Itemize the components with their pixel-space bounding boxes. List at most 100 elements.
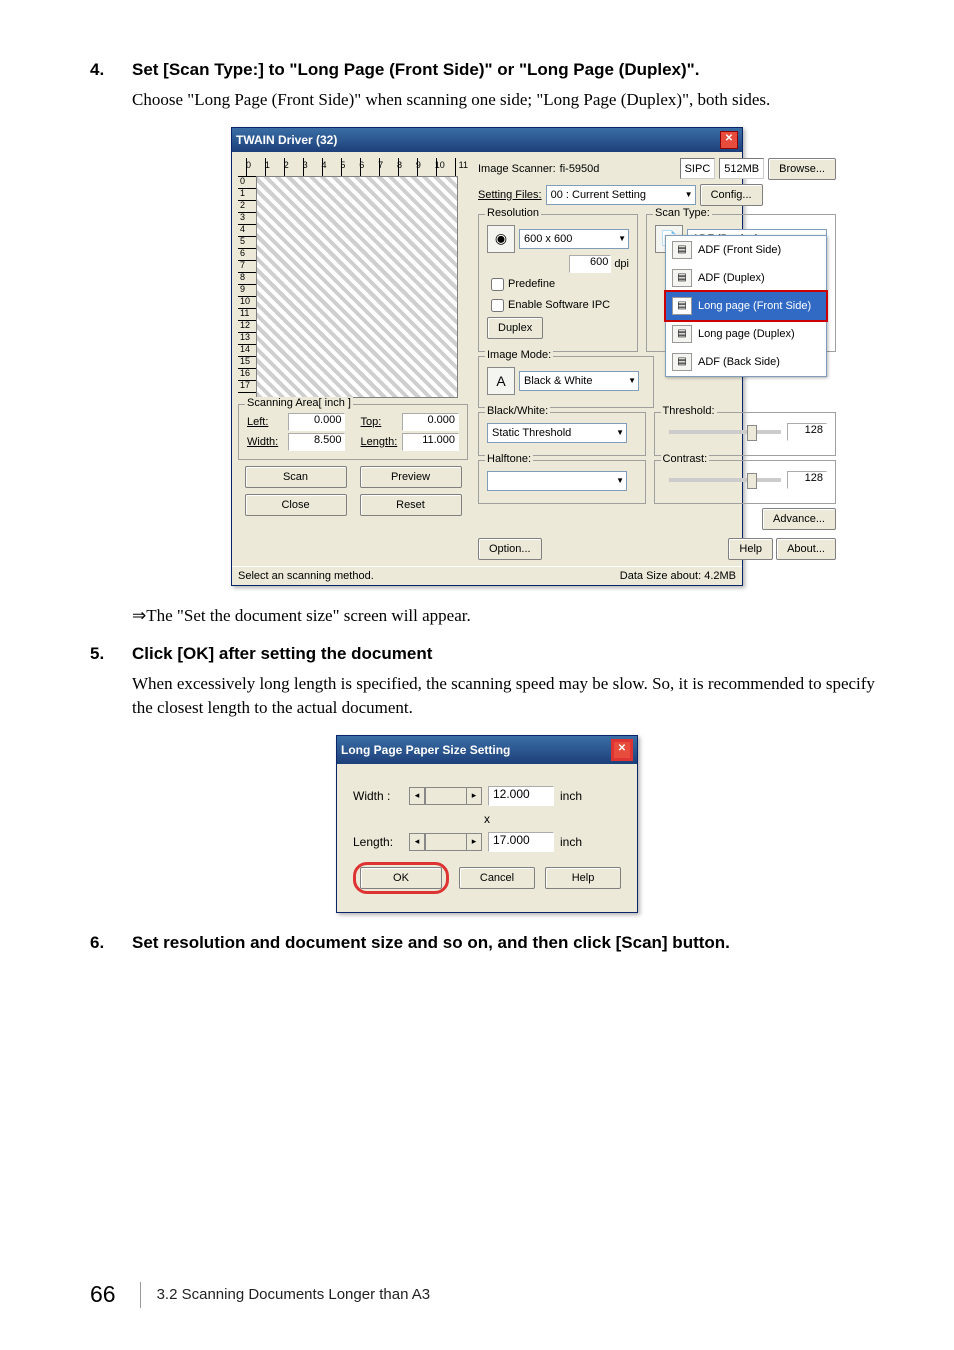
width-scrollbar[interactable]: ◂▸	[409, 787, 482, 805]
preview-pane	[256, 176, 458, 398]
option-button[interactable]: Option...	[478, 538, 542, 560]
scanning-area-group: Scanning Area[ inch ] Left: 0.000 Top: 0…	[238, 404, 468, 460]
contrast-slider[interactable]	[669, 478, 781, 482]
dpi-input[interactable]: 600	[569, 255, 611, 273]
page-icon: ▤	[672, 325, 692, 343]
twain-title: TWAIN Driver (32)	[236, 133, 337, 147]
ruler-x: 01234567891011	[246, 158, 468, 176]
page-icon: ▤	[672, 297, 692, 315]
section-reference: 3.2 Scanning Documents Longer than A3	[157, 1286, 431, 1303]
dropdown-item: ▤Long page (Duplex)	[666, 320, 826, 348]
about-button[interactable]: About...	[776, 538, 836, 560]
unit-label: inch	[560, 789, 582, 803]
image-mode-group: Image Mode: ABlack & White	[478, 356, 654, 408]
step5-title: Click [OK] after setting the document	[132, 644, 432, 664]
sipc-tag: SIPC	[680, 158, 716, 179]
step5-body: When excessively long length is specifie…	[132, 672, 884, 721]
scan-type-dropdown[interactable]: ▤ADF (Front Side) ▤ADF (Duplex) ▤Long pa…	[665, 235, 827, 377]
page-number: 66	[90, 1281, 116, 1308]
width-label: Width:	[247, 436, 288, 448]
halftone-select	[487, 471, 627, 491]
footer-divider	[140, 1282, 141, 1308]
length-input[interactable]: 11.000	[402, 433, 459, 451]
threshold-slider[interactable]	[669, 430, 781, 434]
twain-titlebar: TWAIN Driver (32) ✕	[232, 128, 742, 152]
scanning-area-legend: Scanning Area[ inch ]	[245, 397, 353, 409]
setting-files-label: Setting Files:	[478, 189, 542, 201]
bw-group: Black/White: Static Threshold	[478, 412, 646, 456]
predefine-checkbox[interactable]	[491, 278, 504, 291]
dpi-unit: dpi	[614, 258, 629, 270]
close-icon[interactable]: ✕	[611, 739, 633, 761]
duplex-button[interactable]: Duplex	[487, 317, 543, 339]
lp-length-label: Length:	[353, 835, 409, 849]
long-page-dialog: Long Page Paper Size Setting ✕ Width : ◂…	[336, 735, 638, 913]
dropdown-item: ▤ADF (Back Side)	[666, 348, 826, 376]
data-size-label: Data Size about:	[620, 570, 701, 582]
right-column: Image Scanner: fi-5950d SIPC 512MB Brows…	[468, 158, 836, 560]
contrast-value[interactable]: 128	[787, 471, 827, 489]
scanner-value: fi-5950d	[560, 163, 600, 175]
close-icon[interactable]: ✕	[720, 131, 738, 149]
step4-num: 4.	[90, 60, 132, 80]
top-label: Top:	[361, 416, 402, 428]
ok-highlight: OK	[353, 862, 449, 894]
enable-ipc-checkbox[interactable]	[491, 299, 504, 312]
dropdown-item: ▤ADF (Front Side)	[666, 236, 826, 264]
image-mode-select[interactable]: Black & White	[519, 371, 639, 391]
unit-label: inch	[560, 835, 582, 849]
lp-width-label: Width :	[353, 789, 409, 803]
ok-button[interactable]: OK	[360, 867, 442, 889]
preview-button[interactable]: Preview	[360, 466, 462, 488]
status-text: Select an scanning method.	[238, 570, 374, 582]
dropdown-item-highlighted: ▤Long page (Front Side)	[664, 290, 828, 322]
page-icon: ▤	[672, 269, 692, 287]
top-input[interactable]: 0.000	[402, 413, 459, 431]
width-value[interactable]: 12.000	[488, 786, 554, 806]
step6-title: Set resolution and document size and so …	[132, 933, 730, 953]
scan-button[interactable]: Scan	[245, 466, 347, 488]
ruler-y: 0 1 2 3 4 5 6 7 8 9 10 11 12 13	[238, 176, 256, 398]
help-button[interactable]: Help	[728, 538, 773, 560]
status-bar: Select an scanning method. Data Size abo…	[232, 566, 742, 585]
twain-dialog: TWAIN Driver (32) ✕ 01234567891011 0 1 2…	[231, 127, 743, 586]
threshold-group: Threshold: 128	[654, 412, 836, 456]
page-footer: 66 3.2 Scanning Documents Longer than A3	[90, 1281, 884, 1308]
length-label: Length:	[361, 436, 402, 448]
left-input[interactable]: 0.000	[288, 413, 345, 431]
page-icon: ▤	[672, 353, 692, 371]
mem-tag: 512MB	[719, 158, 764, 179]
resolution-icon: ◉	[487, 225, 515, 253]
resolution-group: Resolution ◉ 600 x 600 600 dpi Predefine…	[478, 214, 638, 352]
setting-files-select[interactable]: 00 : Current Setting	[546, 185, 696, 205]
left-column: 01234567891011 0 1 2 3 4 5 6 7 8 9	[238, 158, 468, 560]
left-label: Left:	[247, 416, 288, 428]
width-input[interactable]: 8.500	[288, 433, 345, 451]
advance-button[interactable]: Advance...	[762, 508, 836, 530]
threshold-value[interactable]: 128	[787, 423, 827, 441]
browse-button[interactable]: Browse...	[768, 158, 836, 180]
cancel-button[interactable]: Cancel	[459, 867, 535, 889]
config-button[interactable]: Config...	[700, 184, 763, 206]
length-value[interactable]: 17.000	[488, 832, 554, 852]
step4-body: Choose "Long Page (Front Side)" when sca…	[132, 88, 884, 113]
halftone-group: Halftone:	[478, 460, 646, 504]
contrast-group: Contrast: 128	[654, 460, 836, 504]
reset-button[interactable]: Reset	[360, 494, 462, 516]
step6-num: 6.	[90, 933, 132, 953]
scanner-label: Image Scanner:	[478, 163, 556, 175]
bw-select[interactable]: Static Threshold	[487, 423, 627, 443]
result-line: ⇒The "Set the document size" screen will…	[132, 606, 884, 626]
step4-title: Set [Scan Type:] to "Long Page (Front Si…	[132, 60, 699, 80]
x-mark: x	[484, 812, 490, 826]
image-mode-icon: A	[487, 367, 515, 395]
long-page-title: Long Page Paper Size Setting	[341, 743, 510, 757]
data-size-value: 4.2MB	[704, 570, 736, 582]
resolution-select[interactable]: 600 x 600	[519, 229, 629, 249]
close-button[interactable]: Close	[245, 494, 347, 516]
help-button[interactable]: Help	[545, 867, 621, 889]
length-scrollbar[interactable]: ◂▸	[409, 833, 482, 851]
step5-num: 5.	[90, 644, 132, 664]
page-icon: ▤	[672, 241, 692, 259]
scan-type-group: Scan Type: 📄 ADF (Duplex) ▤ADF (Front Si…	[646, 214, 836, 352]
